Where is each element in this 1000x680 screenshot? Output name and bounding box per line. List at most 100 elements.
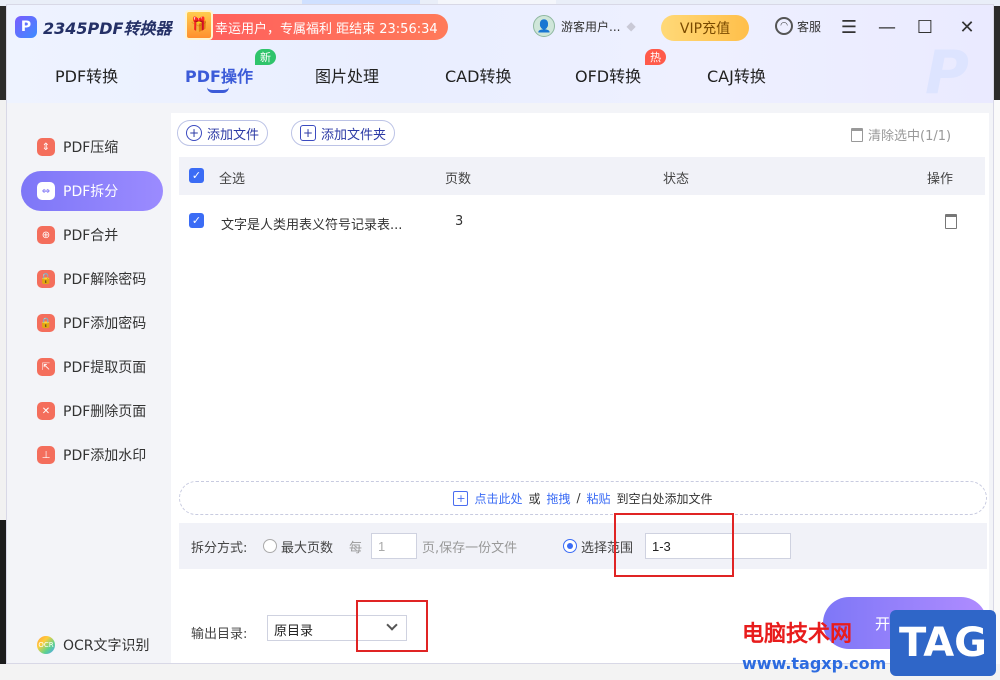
table-header: ✓ 全选 页数 状态 操作: [179, 157, 985, 195]
header-status: 状态: [663, 172, 690, 187]
dropdown-highlight-box: [356, 600, 428, 652]
hot-badge: 热: [645, 49, 666, 65]
sidebar-item-label: OCR文字识别: [63, 638, 150, 654]
screen: P 2345PDF转换器 🎁 幸运用户，专属福利 距结束 23:56:34 👤 …: [0, 0, 1000, 680]
sidebar-item-label: PDF添加密码: [63, 316, 147, 332]
logo-icon: P: [15, 16, 37, 38]
drop-zone[interactable]: + 点击此处或拖拽 / 粘贴 到空白处添加文件: [179, 481, 987, 515]
sidebar-item-label: PDF拆分: [63, 184, 119, 200]
menu-button[interactable]: ☰: [837, 15, 861, 39]
title-bar: P 2345PDF转换器 🎁 幸运用户，专属福利 距结束 23:56:34 👤 …: [7, 5, 993, 108]
trash-icon: [851, 127, 863, 142]
drag-text: 拖拽: [546, 491, 571, 506]
add-folder-button[interactable]: + 添加文件夹: [291, 120, 396, 146]
click-here-link[interactable]: 点击此处: [474, 490, 522, 507]
sidebar-item-ocr[interactable]: OCR OCR文字识别: [21, 625, 163, 663]
sidebar-item-label: PDF解除密码: [63, 272, 147, 288]
watermark-text: 电脑技术网: [742, 622, 853, 647]
sidebar-item-label: PDF删除页面: [63, 404, 147, 420]
gift-icon: 🎁: [185, 10, 213, 40]
sidebar-item-label: PDF压缩: [63, 140, 119, 156]
main-panel: + 添加文件 + 添加文件夹 清除选中(1/1) ✓ 全选 页数 状态 操作 ✓…: [171, 113, 989, 663]
promo-text: 幸运用户，专属福利 距结束 23:56:34: [215, 21, 438, 37]
every-label: 每: [349, 541, 363, 556]
sidebar-item-watermark[interactable]: ⊥ PDF添加水印: [21, 435, 163, 475]
max-pages-label: 最大页数: [281, 541, 334, 556]
sidebar-item-compress[interactable]: ⇕ PDF压缩: [21, 127, 163, 167]
tab-caj-convert[interactable]: CAJ转换: [707, 63, 766, 93]
range-highlight-box: [614, 513, 734, 577]
sidebar-item-label: PDF合并: [63, 228, 119, 244]
select-all-checkbox[interactable]: ✓: [189, 168, 204, 183]
unlock-icon: 🔓: [37, 270, 55, 288]
lock-icon: 🔒: [37, 314, 55, 332]
clear-selected-label: 清除选中(1/1): [868, 129, 952, 144]
extract-icon: ⇱: [37, 358, 55, 376]
sidebar-item-label: PDF添加水印: [63, 448, 147, 464]
split-method-label: 拆分方式:: [191, 541, 248, 556]
add-file-label: 添加文件: [207, 127, 260, 143]
watermark-url: www.tagxp.com: [742, 654, 887, 673]
vip-recharge-button[interactable]: VIP充值: [661, 15, 749, 41]
compress-icon: ⇕: [37, 138, 55, 156]
tab-image-processing[interactable]: 图片处理: [315, 63, 379, 93]
max-pages-radio[interactable]: [263, 539, 277, 553]
table-row[interactable]: ✓ 文字是人类用表义符号记录表... 3: [179, 205, 985, 241]
clear-selected-button[interactable]: 清除选中(1/1): [851, 125, 951, 144]
app-name: 2345PDF转换器: [43, 19, 172, 38]
watermark-tag-logo: TAG: [890, 610, 996, 676]
delete-page-icon: ✕: [37, 402, 55, 420]
maximize-button[interactable]: ☐: [913, 15, 937, 39]
every-suffix: 页,保存一份文件: [422, 541, 518, 556]
select-range-radio[interactable]: [563, 539, 577, 553]
user-info[interactable]: 👤 游客用户... ◆: [533, 15, 636, 37]
delete-row-icon[interactable]: [945, 214, 957, 229]
header-select-all: 全选: [219, 172, 246, 187]
sidebar-item-merge[interactable]: ⊕ PDF合并: [21, 215, 163, 255]
sidebar-item-delete-pages[interactable]: ✕ PDF删除页面: [21, 391, 163, 431]
stamp-icon: ⊥: [37, 446, 55, 464]
dropzone-or: 或: [528, 491, 541, 506]
avatar: 👤: [533, 15, 555, 37]
promo-banner[interactable]: 🎁 幸运用户，专属福利 距结束 23:56:34: [185, 10, 448, 40]
sidebar-item-remove-password[interactable]: 🔓 PDF解除密码: [21, 259, 163, 299]
output-dir-value: 原目录: [274, 624, 314, 639]
paste-text: 粘贴: [586, 491, 611, 506]
header-pages: 页数: [445, 172, 472, 187]
sidebar-item-label: PDF提取页面: [63, 360, 147, 376]
headset-icon: ◠: [775, 17, 793, 35]
app-logo: P 2345PDF转换器: [15, 15, 171, 39]
file-name: 文字是人类用表义符号记录表...: [221, 218, 403, 233]
row-checkbox[interactable]: ✓: [189, 213, 204, 228]
dropzone-slash: /: [576, 491, 581, 505]
diamond-icon: ◆: [626, 19, 636, 33]
new-badge: 新: [255, 49, 276, 65]
close-button[interactable]: ✕: [955, 15, 979, 39]
plus-square-icon: +: [300, 125, 316, 141]
tab-cad-convert[interactable]: CAD转换: [445, 63, 511, 93]
plus-circle-icon: +: [186, 125, 202, 141]
pages-per-file-input[interactable]: [371, 533, 417, 559]
merge-icon: ⊕: [37, 226, 55, 244]
ocr-icon: OCR: [37, 636, 55, 654]
sidebar: ⇕ PDF压缩 ⇔ PDF拆分 ⊕ PDF合并 🔓 PDF解除密码 🔒 PDF添…: [15, 113, 167, 663]
app-window: P 2345PDF转换器 🎁 幸运用户，专属福利 距结束 23:56:34 👤 …: [6, 4, 994, 664]
active-tab-indicator: [207, 87, 229, 93]
add-folder-label: 添加文件夹: [321, 127, 387, 143]
minimize-button[interactable]: —: [875, 15, 899, 39]
user-name: 游客用户...: [561, 19, 621, 34]
add-file-button[interactable]: + 添加文件: [177, 120, 269, 146]
split-options: 拆分方式: 最大页数 每 页,保存一份文件 选择范围: [179, 523, 987, 569]
customer-service-button[interactable]: ◠ 客服: [775, 17, 821, 35]
dropzone-hint: 到空白处添加文件: [616, 491, 713, 506]
split-icon: ⇔: [37, 182, 55, 200]
tab-pdf-convert[interactable]: PDF转换: [55, 63, 118, 93]
sidebar-item-split[interactable]: ⇔ PDF拆分: [21, 171, 163, 211]
service-label: 客服: [797, 19, 822, 34]
tab-ofd-convert[interactable]: OFD转换: [575, 63, 641, 93]
logo-watermark-icon: P: [925, 38, 969, 108]
sidebar-item-extract-pages[interactable]: ⇱ PDF提取页面: [21, 347, 163, 387]
sidebar-item-add-password[interactable]: 🔒 PDF添加密码: [21, 303, 163, 343]
add-file-icon: +: [453, 490, 469, 506]
page-count: 3: [455, 214, 464, 229]
